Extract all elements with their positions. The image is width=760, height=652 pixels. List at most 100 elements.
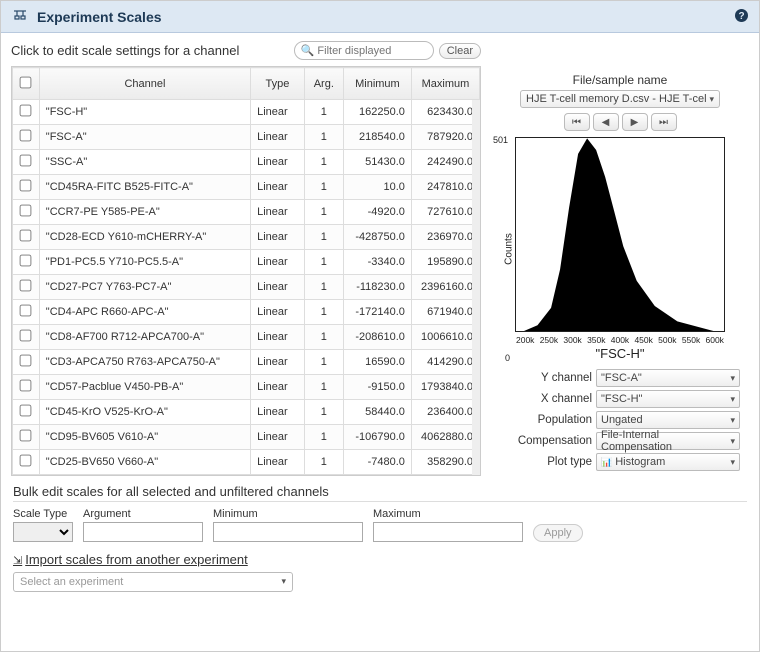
compensation-select[interactable]: File-Internal Compensation▾ xyxy=(596,432,740,450)
row-checkbox-cell[interactable] xyxy=(13,350,40,375)
channel-name-cell[interactable]: "CD8-AF700 R712-APCA700-A" xyxy=(39,325,250,350)
max-cell[interactable]: 195890.0 xyxy=(411,250,479,275)
row-checkbox[interactable] xyxy=(20,280,32,292)
table-row[interactable]: "CD95-BV605 V610-A"Linear1-106790.040628… xyxy=(13,425,480,450)
row-checkbox-cell[interactable] xyxy=(13,175,40,200)
type-cell[interactable]: Linear xyxy=(251,375,305,400)
filter-input[interactable] xyxy=(317,45,426,57)
type-cell[interactable]: Linear xyxy=(251,225,305,250)
type-cell[interactable]: Linear xyxy=(251,350,305,375)
arg-cell[interactable]: 1 xyxy=(304,300,343,325)
min-cell[interactable]: -172140.0 xyxy=(343,300,411,325)
table-row[interactable]: "PD1-PC5.5 Y710-PC5.5-A"Linear1-3340.019… xyxy=(13,250,480,275)
col-min[interactable]: Minimum xyxy=(343,68,411,100)
row-checkbox[interactable] xyxy=(20,355,32,367)
x-channel-select[interactable]: "FSC-H"▾ xyxy=(596,390,740,408)
row-checkbox[interactable] xyxy=(20,430,32,442)
min-cell[interactable]: -118230.0 xyxy=(343,275,411,300)
max-cell[interactable]: 2396160.0 xyxy=(411,275,479,300)
row-checkbox[interactable] xyxy=(20,380,32,392)
row-checkbox[interactable] xyxy=(20,205,32,217)
row-checkbox[interactable] xyxy=(20,305,32,317)
type-cell[interactable]: Linear xyxy=(251,275,305,300)
table-row[interactable]: "CD4-APC R660-APC-A"Linear1-172140.06719… xyxy=(13,300,480,325)
type-cell[interactable]: Linear xyxy=(251,100,305,125)
row-checkbox-cell[interactable] xyxy=(13,100,40,125)
type-cell[interactable]: Linear xyxy=(251,200,305,225)
table-row[interactable]: "CD3-APCA750 R763-APCA750-A"Linear116590… xyxy=(13,350,480,375)
table-row[interactable]: "CD57-Pacblue V450-PB-A"Linear1-9150.017… xyxy=(13,375,480,400)
arg-cell[interactable]: 1 xyxy=(304,400,343,425)
row-checkbox-cell[interactable] xyxy=(13,300,40,325)
arg-cell[interactable]: 1 xyxy=(304,275,343,300)
type-cell[interactable]: Linear xyxy=(251,125,305,150)
min-cell[interactable]: -3340.0 xyxy=(343,250,411,275)
arg-cell[interactable]: 1 xyxy=(304,350,343,375)
argument-input[interactable] xyxy=(83,522,203,542)
arg-cell[interactable]: 1 xyxy=(304,200,343,225)
type-cell[interactable]: Linear xyxy=(251,250,305,275)
col-type[interactable]: Type xyxy=(251,68,305,100)
table-row[interactable]: "CD45RA-FITC B525-FITC-A"Linear110.02478… xyxy=(13,175,480,200)
arg-cell[interactable]: 1 xyxy=(304,425,343,450)
arg-cell[interactable]: 1 xyxy=(304,100,343,125)
row-checkbox-cell[interactable] xyxy=(13,125,40,150)
nav-first-button[interactable]: ⏮ xyxy=(564,113,590,131)
experiment-select[interactable]: Select an experiment ▾ xyxy=(13,572,293,592)
channel-name-cell[interactable]: "CD25-BV650 V660-A" xyxy=(39,450,250,475)
min-cell[interactable]: -4920.0 xyxy=(343,200,411,225)
table-row[interactable]: "CD27-PC7 Y763-PC7-A"Linear1-118230.0239… xyxy=(13,275,480,300)
nav-next-button[interactable]: ▶ xyxy=(622,113,648,131)
min-cell[interactable]: -208610.0 xyxy=(343,325,411,350)
channel-name-cell[interactable]: "CD95-BV605 V610-A" xyxy=(39,425,250,450)
row-checkbox[interactable] xyxy=(20,230,32,242)
type-cell[interactable]: Linear xyxy=(251,325,305,350)
min-cell[interactable]: 16590.0 xyxy=(343,350,411,375)
row-checkbox-cell[interactable] xyxy=(13,400,40,425)
table-row[interactable]: "CD28-ECD Y610-mCHERRY-A"Linear1-428750.… xyxy=(13,225,480,250)
channel-name-cell[interactable]: "PD1-PC5.5 Y710-PC5.5-A" xyxy=(39,250,250,275)
table-row[interactable]: "SSC-A"Linear151430.0242490.0 xyxy=(13,150,480,175)
min-cell[interactable]: -106790.0 xyxy=(343,425,411,450)
max-cell[interactable]: 236970.0 xyxy=(411,225,479,250)
max-cell[interactable]: 247810.0 xyxy=(411,175,479,200)
nav-last-button[interactable]: ⏭ xyxy=(651,113,677,131)
max-cell[interactable]: 623430.0 xyxy=(411,100,479,125)
min-cell[interactable]: -9150.0 xyxy=(343,375,411,400)
min-cell[interactable]: 218540.0 xyxy=(343,125,411,150)
min-cell[interactable]: 51430.0 xyxy=(343,150,411,175)
arg-cell[interactable]: 1 xyxy=(304,125,343,150)
max-cell[interactable]: 1793840.0 xyxy=(411,375,479,400)
row-checkbox-cell[interactable] xyxy=(13,225,40,250)
apply-button[interactable]: Apply xyxy=(533,524,583,542)
max-cell[interactable]: 4062880.0 xyxy=(411,425,479,450)
type-cell[interactable]: Linear xyxy=(251,300,305,325)
table-row[interactable]: "FSC-A"Linear1218540.0787920.0 xyxy=(13,125,480,150)
row-checkbox[interactable] xyxy=(20,105,32,117)
row-checkbox-cell[interactable] xyxy=(13,425,40,450)
table-row[interactable]: "CD25-BV650 V660-A"Linear1-7480.0358290.… xyxy=(13,450,480,475)
min-cell[interactable]: -428750.0 xyxy=(343,225,411,250)
clear-button[interactable]: Clear xyxy=(439,43,481,59)
arg-cell[interactable]: 1 xyxy=(304,375,343,400)
type-cell[interactable]: Linear xyxy=(251,425,305,450)
col-channel[interactable]: Channel xyxy=(39,68,250,100)
row-checkbox-cell[interactable] xyxy=(13,200,40,225)
nav-prev-button[interactable]: ◀ xyxy=(593,113,619,131)
y-channel-select[interactable]: "FSC-A"▾ xyxy=(596,369,740,387)
row-checkbox-cell[interactable] xyxy=(13,325,40,350)
type-cell[interactable]: Linear xyxy=(251,400,305,425)
channel-name-cell[interactable]: "CD27-PC7 Y763-PC7-A" xyxy=(39,275,250,300)
max-cell[interactable]: 727610.0 xyxy=(411,200,479,225)
channel-name-cell[interactable]: "CD45RA-FITC B525-FITC-A" xyxy=(39,175,250,200)
arg-cell[interactable]: 1 xyxy=(304,325,343,350)
row-checkbox-cell[interactable] xyxy=(13,450,40,475)
plot-type-select[interactable]: 📊Histogram▾ xyxy=(596,453,740,471)
arg-cell[interactable]: 1 xyxy=(304,450,343,475)
scrollbar[interactable] xyxy=(472,100,480,475)
col-arg[interactable]: Arg. xyxy=(304,68,343,100)
channel-name-cell[interactable]: "FSC-H" xyxy=(39,100,250,125)
max-cell[interactable]: 787920.0 xyxy=(411,125,479,150)
select-all-checkbox[interactable] xyxy=(20,76,32,88)
arg-cell[interactable]: 1 xyxy=(304,225,343,250)
